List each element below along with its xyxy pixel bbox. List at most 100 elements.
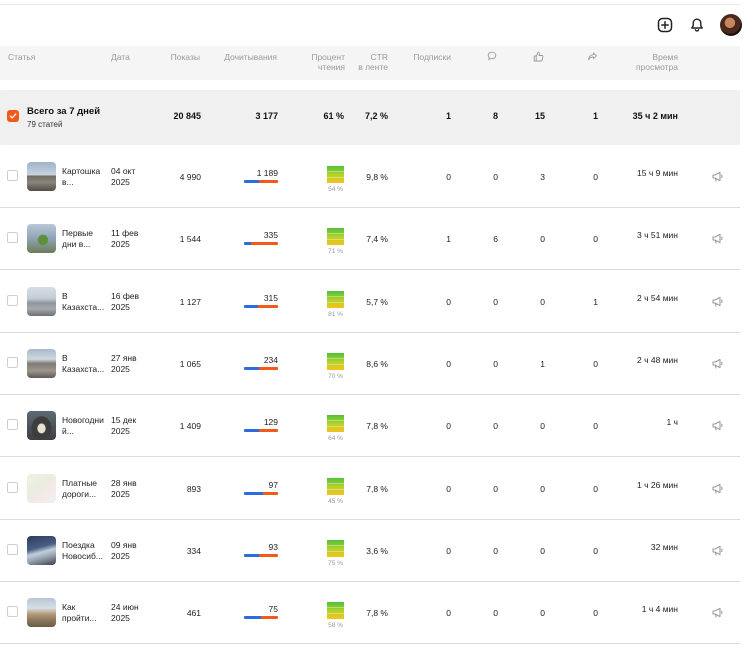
reposts-value: 0 xyxy=(593,546,598,556)
promote-button[interactable] xyxy=(711,419,724,432)
promote-button[interactable] xyxy=(711,544,724,557)
article-thumbnail[interactable] xyxy=(27,162,56,191)
article-thumbnail[interactable] xyxy=(27,411,56,440)
total-read-percent: 61 % xyxy=(323,111,344,121)
reads-bar xyxy=(244,429,278,432)
article-title[interactable]: Первые дни в... xyxy=(62,228,108,250)
col-comments[interactable] xyxy=(487,51,497,63)
row-checkbox[interactable] xyxy=(7,606,18,617)
article-thumbnail[interactable] xyxy=(27,349,56,378)
table-row[interactable]: Платные дороги... 28 янв 2025 893 97 45 … xyxy=(0,458,740,520)
row-checkbox[interactable] xyxy=(7,170,18,181)
likes-value: 0 xyxy=(540,546,545,556)
row-checkbox[interactable] xyxy=(7,295,18,306)
article-title[interactable]: В Казахста... xyxy=(62,291,108,313)
reposts-value: 0 xyxy=(593,608,598,618)
col-read-percent-line2: чтения xyxy=(318,62,345,72)
article-title-line1: Картошка xyxy=(62,166,101,176)
views-value: 1 409 xyxy=(179,421,201,431)
article-title[interactable]: Новогодни й... xyxy=(62,415,108,437)
avatar[interactable] xyxy=(720,14,742,36)
ctr-value: 8,6 % xyxy=(366,359,388,369)
megaphone-icon xyxy=(712,296,723,307)
col-likes[interactable] xyxy=(533,51,544,64)
comments-value: 0 xyxy=(493,608,498,618)
view-time-bar xyxy=(646,367,678,370)
promote-button[interactable] xyxy=(711,357,724,370)
promote-button[interactable] xyxy=(711,170,724,183)
row-checkbox[interactable] xyxy=(7,357,18,368)
article-title-line2: й... xyxy=(62,426,74,436)
like-icon xyxy=(533,51,544,62)
article-thumbnail[interactable] xyxy=(27,598,56,627)
comment-icon xyxy=(487,51,497,61)
view-time-value: 2 ч 48 мин xyxy=(637,355,678,365)
article-title[interactable]: Картошка в... xyxy=(62,166,108,188)
row-checkbox[interactable] xyxy=(7,232,18,243)
table-row[interactable]: Первые дни в... 11 фев 2025 1 544 335 71… xyxy=(0,208,740,270)
promote-button[interactable] xyxy=(711,606,724,619)
view-time-bar xyxy=(646,180,678,183)
row-checkbox[interactable] xyxy=(7,544,18,555)
table-row[interactable]: Как пройти... 24 июн 2025 461 75 58 % 7,… xyxy=(0,582,740,644)
col-subscriptions[interactable]: Подписки xyxy=(401,52,451,62)
top-divider xyxy=(0,4,740,5)
table-row[interactable]: Картошка в... 04 окт 2025 4 990 1 189 54… xyxy=(0,146,740,208)
add-square-icon xyxy=(657,17,673,33)
col-ctr-line2: в ленте xyxy=(358,62,388,72)
article-date-year: 2025 xyxy=(111,302,130,312)
total-row: Всего за 7 дней 79 статей 20 845 3 177 6… xyxy=(0,90,740,145)
views-value: 1 544 xyxy=(179,234,201,244)
article-title-line1: Первые xyxy=(62,228,93,238)
article-title[interactable]: В Казахста... xyxy=(62,353,108,375)
promote-button[interactable] xyxy=(711,482,724,495)
col-read-percent[interactable]: Процент чтения xyxy=(295,52,345,72)
article-thumbnail[interactable] xyxy=(27,287,56,316)
add-article-button[interactable] xyxy=(654,14,676,36)
article-thumbnail[interactable] xyxy=(27,224,56,253)
col-reads[interactable]: Дочитывания xyxy=(210,52,277,62)
read-percent-indicator xyxy=(327,415,344,432)
article-title[interactable]: Платные дороги... xyxy=(62,478,108,500)
ctr-value: 7,8 % xyxy=(366,421,388,431)
article-title[interactable]: Как пройти... xyxy=(62,602,108,624)
comments-value: 0 xyxy=(493,359,498,369)
comments-value: 0 xyxy=(493,484,498,494)
col-read-percent-line1: Процент xyxy=(311,52,345,62)
table-row[interactable]: Новогодни й... 15 дек 2025 1 409 129 64 … xyxy=(0,395,740,457)
view-time-bar xyxy=(646,305,678,308)
reads-value: 315 xyxy=(263,293,278,303)
table-row[interactable]: Поездка Новосиб... 09 янв 2025 334 93 75… xyxy=(0,520,740,582)
megaphone-icon xyxy=(712,545,723,556)
article-title-line2: дни в... xyxy=(62,239,91,249)
article-thumbnail[interactable] xyxy=(27,536,56,565)
article-date: 11 фев 2025 xyxy=(111,228,138,250)
col-ctr[interactable]: CTR в ленте xyxy=(348,52,388,72)
comments-value: 0 xyxy=(493,172,498,182)
total-article-count: 79 статей xyxy=(27,120,63,129)
col-view-time[interactable]: Время просмотра xyxy=(622,52,678,72)
col-date[interactable]: Дата xyxy=(111,52,130,62)
promote-button[interactable] xyxy=(711,232,724,245)
view-time-bar xyxy=(646,554,678,557)
notifications-button[interactable] xyxy=(686,14,708,36)
col-article[interactable]: Статья xyxy=(8,52,35,62)
views-value: 893 xyxy=(186,484,201,494)
article-thumbnail[interactable] xyxy=(27,474,56,503)
row-checkbox[interactable] xyxy=(7,419,18,430)
select-all-checkbox[interactable] xyxy=(7,110,19,122)
article-date-year: 2025 xyxy=(111,177,130,187)
view-time-value: 15 ч 9 мин xyxy=(637,168,678,178)
row-checkbox[interactable] xyxy=(7,482,18,493)
ctr-value: 7,8 % xyxy=(366,484,388,494)
table-row[interactable]: В Казахста... 27 янв 2025 1 065 234 70 %… xyxy=(0,333,740,395)
article-title-line1: Платные xyxy=(62,478,98,488)
reposts-value: 1 xyxy=(593,297,598,307)
article-title-line1: В xyxy=(62,353,68,363)
article-title[interactable]: Поездка Новосиб... xyxy=(62,540,108,562)
col-views[interactable]: Показы xyxy=(150,52,200,62)
col-reposts[interactable] xyxy=(587,51,598,64)
promote-button[interactable] xyxy=(711,295,724,308)
article-date: 16 фев 2025 xyxy=(111,291,139,313)
table-row[interactable]: В Казахста... 16 фев 2025 1 127 315 81 %… xyxy=(0,271,740,333)
